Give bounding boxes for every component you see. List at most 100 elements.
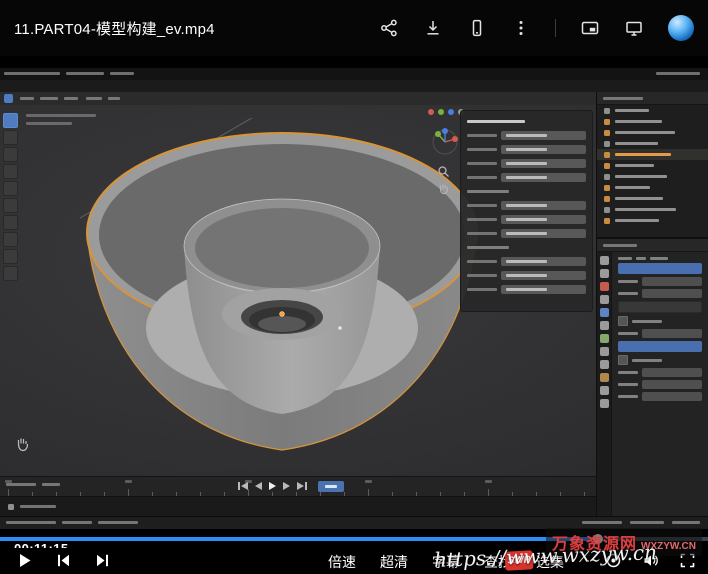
outliner-item (597, 138, 708, 149)
dropdown-placeholder (618, 301, 702, 313)
quality-button[interactable]: 超清 (380, 552, 408, 572)
menu-placeholder (108, 97, 120, 100)
object-icon (604, 185, 610, 191)
text-placeholder (615, 164, 654, 167)
value-field (642, 289, 702, 298)
property-tab-icon (600, 295, 609, 304)
picture-in-picture-icon[interactable] (580, 18, 600, 38)
tool-icon (3, 249, 18, 264)
text-placeholder (467, 204, 497, 207)
text-placeholder (20, 505, 56, 508)
text-placeholder (506, 148, 547, 151)
text-placeholder (615, 219, 659, 222)
previous-keyframe-icon (255, 482, 262, 490)
watermark-site-name: 万象资源网 (552, 530, 637, 554)
text-placeholder (506, 274, 547, 277)
text-placeholder (467, 134, 497, 137)
panel-row (467, 200, 586, 211)
n-panel-transform (460, 110, 593, 312)
outliner-item (597, 215, 708, 226)
next-episode-button[interactable] (94, 552, 111, 569)
text-placeholder (506, 260, 547, 263)
outliner-item (597, 171, 708, 182)
tool-icon (3, 164, 18, 179)
value-field (501, 201, 586, 210)
cast-icon[interactable] (624, 18, 644, 38)
property-row (618, 341, 702, 352)
previous-episode-button[interactable] (55, 552, 72, 569)
jump-to-start-icon (238, 482, 248, 490)
text-placeholder (615, 153, 671, 156)
text-placeholder (66, 72, 104, 75)
frame-tick (128, 489, 129, 496)
object-icon (604, 174, 610, 180)
value-field (501, 271, 586, 280)
download-icon[interactable] (423, 18, 443, 38)
timeline (0, 476, 596, 497)
text-placeholder (467, 260, 497, 263)
more-options-icon[interactable] (511, 18, 531, 38)
tool-icon (3, 232, 18, 247)
text-placeholder (4, 72, 60, 75)
play-button[interactable] (16, 552, 33, 569)
outliner-item (597, 149, 708, 160)
value-field (642, 392, 702, 401)
value-field (501, 229, 586, 238)
subtitle-button[interactable]: 字幕 (432, 552, 460, 572)
grab-cursor-icon (14, 435, 30, 453)
panel-row (467, 116, 586, 127)
top-bar: 11.PART04-模型构建_ev.mp4 (0, 0, 708, 56)
panel-row (467, 158, 586, 169)
object-icon (604, 141, 610, 147)
text-placeholder (467, 148, 497, 151)
text-placeholder (632, 320, 662, 323)
text-placeholder (618, 371, 638, 374)
profile-avatar[interactable] (668, 15, 694, 41)
frame-number (125, 480, 132, 483)
toolbar-divider (555, 19, 556, 37)
outliner-item (597, 116, 708, 127)
panel-row (467, 256, 586, 267)
properties-editor (597, 252, 708, 518)
panel-row (467, 228, 586, 239)
checkbox-placeholder (618, 355, 628, 365)
panel-row (467, 270, 586, 281)
speed-button[interactable]: 倍速 (328, 552, 356, 572)
text-placeholder (467, 162, 497, 165)
timeline-play-icon (269, 482, 276, 490)
property-row (618, 368, 702, 377)
text-placeholder (636, 257, 646, 260)
video-surface[interactable] (0, 68, 708, 528)
axis-x-dot (428, 109, 434, 115)
frame-number (485, 480, 492, 483)
property-row (618, 380, 702, 389)
object-icon (604, 119, 610, 125)
value-field (501, 215, 586, 224)
share-icon[interactable] (379, 18, 399, 38)
axis-y-dot (438, 109, 444, 115)
top-bar-actions (379, 15, 694, 41)
property-tab-icon (600, 399, 609, 408)
property-tab-icon (600, 347, 609, 356)
panel-row (467, 172, 586, 183)
axis-z-dot (448, 109, 454, 115)
frame-number (365, 480, 372, 483)
property-row (618, 301, 702, 313)
outliner-header (597, 92, 708, 105)
text-placeholder (467, 176, 497, 179)
text-placeholder (506, 232, 547, 235)
text-placeholder (672, 521, 700, 524)
property-tab-icon (600, 269, 609, 278)
zoom-tool-icon (437, 165, 450, 178)
text-placeholder (615, 109, 649, 112)
outliner-list (597, 105, 708, 237)
frame-tick (368, 489, 369, 496)
text-placeholder (618, 280, 638, 283)
frame-tick (8, 489, 9, 496)
phone-icon[interactable] (467, 18, 487, 38)
text-placeholder (615, 131, 675, 134)
property-tab-icon (600, 334, 609, 343)
text-placeholder (6, 483, 36, 486)
property-row (618, 392, 702, 401)
text-placeholder (582, 521, 622, 524)
